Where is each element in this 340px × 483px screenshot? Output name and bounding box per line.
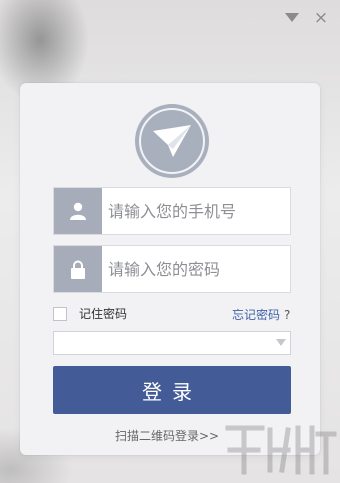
close-button[interactable]: ×	[312, 9, 330, 27]
forgot-password-label: 忘记密码	[232, 308, 281, 322]
paper-plane-icon	[153, 125, 191, 157]
user-icon	[70, 202, 86, 220]
triangle-down-icon	[285, 13, 299, 22]
phone-field	[53, 187, 291, 235]
forgot-password-qmark: ?	[284, 308, 291, 322]
phone-input[interactable]	[102, 188, 290, 234]
password-field-icon-box	[54, 246, 102, 292]
forgot-password-link[interactable]: 忘记密码?	[232, 306, 290, 323]
minimize-button[interactable]	[283, 9, 301, 27]
lock-icon	[71, 260, 85, 279]
app-logo	[135, 104, 209, 178]
remember-password-checkbox[interactable]	[53, 306, 67, 321]
account-select[interactable]	[53, 331, 291, 355]
remember-password: 记住密码	[53, 305, 127, 322]
qr-login-link[interactable]: 扫描二维码登录>>	[115, 427, 219, 444]
watermark-logo	[225, 425, 337, 475]
phone-field-icon-box	[54, 188, 102, 234]
login-button[interactable]: 登录	[53, 366, 291, 414]
remember-password-label: 记住密码	[79, 307, 128, 321]
chevron-down-icon	[276, 339, 286, 346]
password-field	[53, 245, 291, 293]
password-input[interactable]	[102, 246, 290, 292]
